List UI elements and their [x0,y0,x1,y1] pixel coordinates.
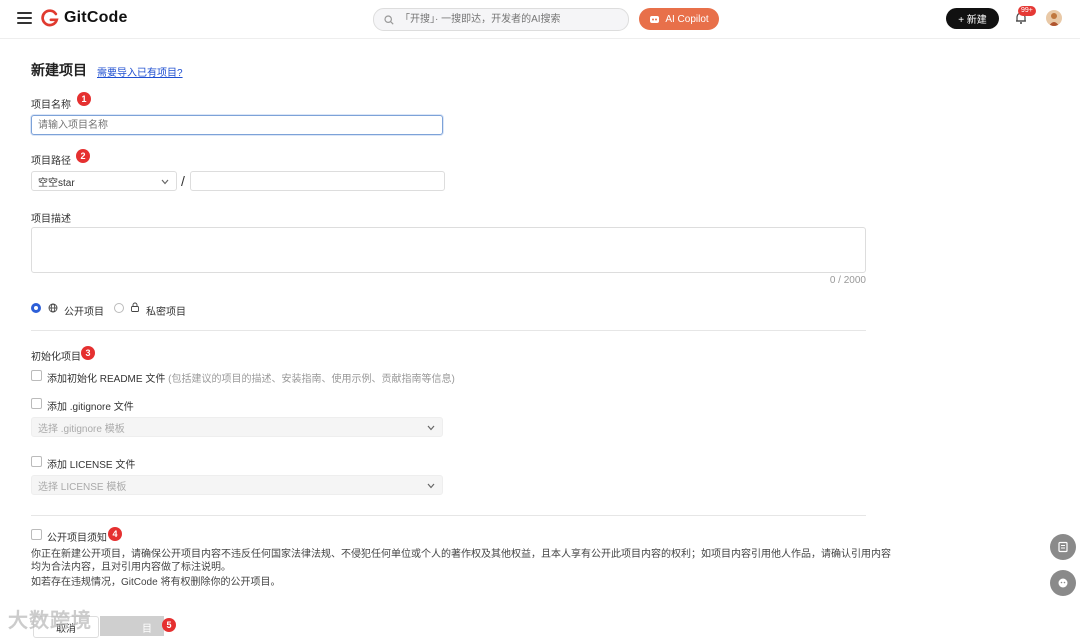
gitignore-template-placeholder: 选择 .gitignore 模板 [38,423,125,435]
notification-badge: 99+ [1018,6,1036,16]
step-marker-1: 1 [77,92,91,106]
readme-option-label: 添加初始化 README 文件 (包括建议的项目的描述、安装指南、使用示例、贡献… [47,370,455,385]
user-avatar[interactable] [1046,10,1062,26]
assistant-float-button[interactable] [1050,570,1076,596]
project-path-label: 项目路径 [31,156,71,167]
copilot-label: AI Copilot [665,13,709,25]
readme-label-text: 添加初始化 README 文件 [47,374,166,385]
search-bar[interactable] [373,8,629,31]
readme-checkbox[interactable] [31,370,42,381]
private-radio[interactable] [114,303,124,313]
search-icon [384,14,394,25]
robot-icon [650,16,660,23]
import-project-link[interactable]: 需要导入已有项目? [97,64,183,79]
top-navigation-bar: GitCode AI Copilot + 新建 99+ [0,0,1080,39]
project-description-label: 项目描述 [31,214,71,225]
path-owner-select[interactable]: 空空star [31,171,177,191]
globe-icon [48,303,58,313]
document-icon [1058,541,1068,553]
readme-hint: (包括建议的项目的描述、安装指南、使用示例、贡献指南等信息) [168,374,455,385]
new-button[interactable]: + 新建 [946,8,999,29]
chevron-down-icon [161,179,169,185]
license-template-select[interactable]: 选择 LICENSE 模板 [31,475,443,495]
public-option-label: 公开项目 [64,307,104,318]
path-owner-value: 空空star [38,177,75,189]
logo-text: GitCode [64,9,128,26]
chevron-down-icon [427,425,435,431]
step-marker-5: 5 [162,618,176,632]
gitignore-option-label: 添加 .gitignore 文件 [47,402,134,413]
page-title: 新建项目 [31,62,87,78]
section-divider [31,515,866,516]
hamburger-menu-icon[interactable] [17,11,32,25]
project-path-input[interactable] [190,171,445,191]
step-marker-3: 3 [81,346,95,360]
gitcode-logo[interactable]: GitCode [41,9,128,27]
gitcode-logo-icon [41,9,59,27]
notice-text-line-1: 你正在新建公开项目，请确保公开项目内容不违反任何国家法律法规、不侵犯任何单位或个… [31,549,891,560]
chevron-down-icon [427,483,435,489]
section-divider [31,330,866,331]
description-char-counter: 0 / 2000 [829,275,866,286]
license-option-label: 添加 LICENSE 文件 [47,460,136,471]
project-name-input[interactable] [31,115,443,135]
public-notice-label: 公开项目须知 [47,533,107,544]
step-marker-4: 4 [108,527,122,541]
project-name-label: 项目名称 [31,100,71,111]
initialize-project-label: 初始化项目 [31,352,81,363]
ai-copilot-button[interactable]: AI Copilot [639,8,719,30]
create-button[interactable] [100,616,164,636]
license-checkbox[interactable] [31,456,42,467]
public-notice-checkbox[interactable] [31,529,42,540]
gitignore-checkbox[interactable] [31,398,42,409]
gitignore-template-select[interactable]: 选择 .gitignore 模板 [31,417,443,437]
chat-bot-icon [1058,578,1068,588]
feedback-float-button[interactable] [1050,534,1076,560]
public-radio[interactable] [31,303,41,313]
search-input[interactable] [398,13,622,26]
notice-text-line-2: 均为合法内容，且对引用内容做了标注说明。 [31,562,231,573]
project-description-textarea[interactable] [31,227,866,273]
notice-text-line-3: 如若存在违规情况，GitCode 将有权删除你的公开项目。 [31,577,281,588]
private-option-label: 私密项目 [146,307,186,318]
license-template-placeholder: 选择 LICENSE 模板 [38,481,127,493]
step-marker-2: 2 [76,149,90,163]
lock-icon [131,302,139,312]
watermark: 大数跨境 [8,610,92,632]
create-button-fragment: 目 [142,624,152,635]
path-separator: / [181,173,185,189]
